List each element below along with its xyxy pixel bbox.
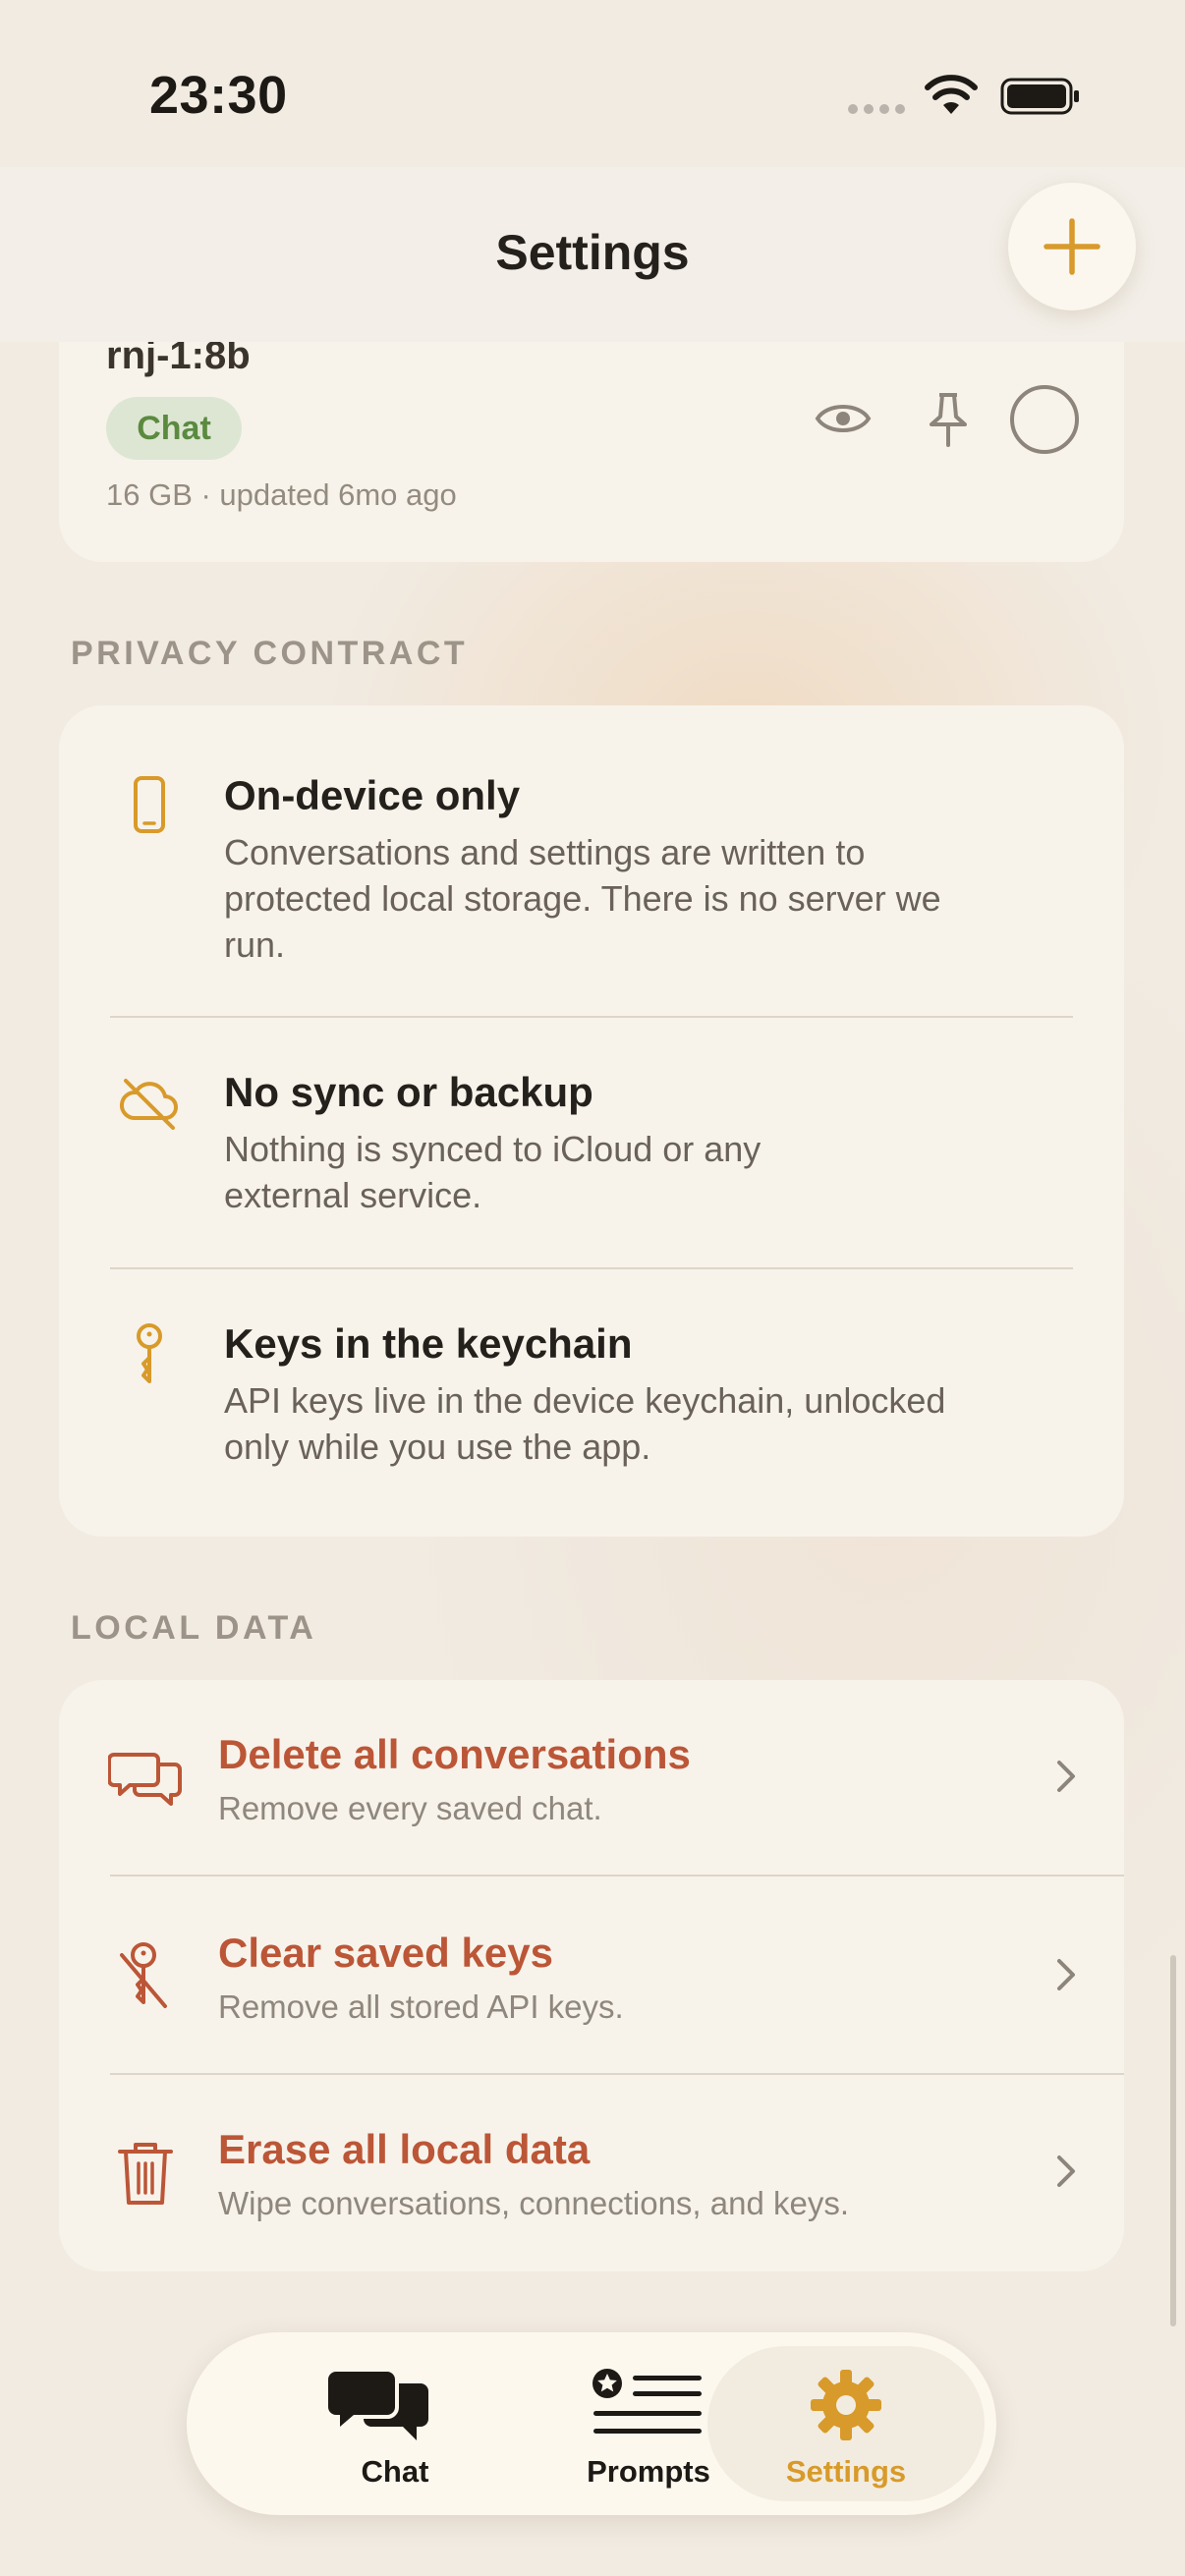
erase-local-data-button[interactable]: Erase all local data Wipe conversations,… <box>59 2075 1124 2273</box>
privacy-item-desc: Conversations and settings are written t… <box>224 832 941 965</box>
chat-bubbles-icon <box>328 2372 428 2440</box>
battery-icon <box>1000 78 1079 115</box>
add-button[interactable] <box>1008 183 1136 310</box>
chevron-right-icon <box>1057 1761 1075 1792</box>
key-slash-icon <box>120 1942 167 2008</box>
tab-chat[interactable]: Chat <box>269 2346 521 2501</box>
scroll-indicator[interactable] <box>1170 1955 1176 2326</box>
model-type-badge: Chat <box>106 397 242 460</box>
action-title: Delete all conversations <box>218 1731 691 1777</box>
tab-label: Chat <box>361 2454 429 2489</box>
wifi-icon <box>925 75 978 114</box>
cloud-off-icon <box>120 1079 178 1130</box>
status-time: 23:30 <box>149 66 288 125</box>
list-star-icon <box>592 2369 702 2434</box>
action-desc: Wipe conversations, connections, and key… <box>218 2185 850 2221</box>
action-desc: Remove all stored API keys. <box>218 1988 624 2025</box>
action-title: Erase all local data <box>218 2126 591 2172</box>
trash-icon <box>118 2143 173 2205</box>
chevron-right-icon <box>1057 2156 1075 2187</box>
status-bar: 23:30 <box>0 0 1185 187</box>
chevron-right-icon <box>1057 1959 1075 1990</box>
privacy-item-desc: API keys live in the device keychain, un… <box>224 1380 946 1467</box>
privacy-item-title: On-device only <box>224 772 521 818</box>
privacy-section-label: PRIVACY CONTRACT <box>71 635 469 672</box>
privacy-item-title: No sync or backup <box>224 1069 593 1115</box>
tab-bar: Chat Prompts Settings <box>187 2332 996 2515</box>
model-select-radio[interactable] <box>1010 385 1079 454</box>
eye-icon[interactable] <box>814 395 873 442</box>
privacy-card: On-device only Conversations and setting… <box>59 705 1124 1537</box>
action-desc: Remove every saved chat. <box>218 1790 602 1826</box>
model-meta: 16 GB · updated 6mo ago <box>106 477 457 512</box>
plus-icon <box>1044 218 1100 275</box>
tab-settings[interactable]: Settings <box>707 2346 985 2501</box>
action-title: Clear saved keys <box>218 1930 553 1976</box>
phone-icon <box>134 776 165 833</box>
tab-label: Settings <box>785 2454 907 2489</box>
local-data-section-label: LOCAL DATA <box>71 1609 317 1647</box>
key-icon <box>137 1323 162 1383</box>
nav-header: Settings <box>0 167 1185 342</box>
delete-conversations-button[interactable]: Delete all conversations Remove every sa… <box>59 1680 1124 1878</box>
gear-icon <box>811 2370 881 2440</box>
signal-icon <box>848 104 905 114</box>
clear-saved-keys-button[interactable]: Clear saved keys Remove all stored API k… <box>59 1876 1124 2075</box>
page-title: Settings <box>495 225 690 280</box>
divider <box>110 1267 1073 1269</box>
divider <box>110 1016 1073 1018</box>
privacy-item-title: Keys in the keychain <box>224 1320 633 1367</box>
privacy-item-desc: Nothing is synced to iCloud or any exter… <box>224 1129 762 1215</box>
chat-bubbles-icon <box>108 1753 182 1806</box>
local-data-card: Delete all conversations Remove every sa… <box>59 1680 1124 2271</box>
pin-icon[interactable] <box>924 391 973 448</box>
